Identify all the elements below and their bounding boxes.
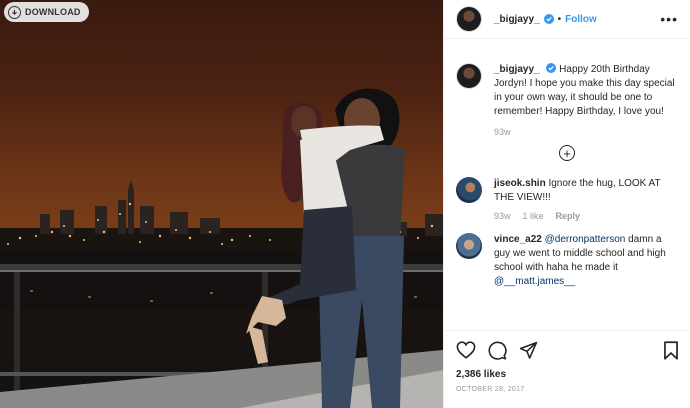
likes-count[interactable]: 2,386 likes (456, 369, 679, 380)
comment-meta: 93w 1 like Reply (494, 211, 690, 221)
load-more-comments[interactable]: + (444, 145, 690, 161)
reply-button[interactable]: Reply (556, 211, 581, 221)
verified-badge-icon (543, 14, 554, 24)
download-button[interactable]: DOWNLOAD (4, 2, 89, 22)
night-skyline-scene (0, 88, 443, 408)
caption-timestamp[interactable]: 93w (494, 127, 690, 137)
post-actions: 2,386 likes OCTOBER 28, 2017 (444, 330, 690, 393)
bookmark-icon[interactable] (663, 340, 679, 360)
post-photo[interactable]: DOWNLOAD (0, 0, 443, 408)
more-options-icon[interactable]: ••• (660, 12, 678, 26)
caption-verified-icon (546, 63, 557, 73)
download-label: DOWNLOAD (25, 7, 81, 17)
plus-circle-icon[interactable]: + (559, 145, 575, 161)
comment-text: jiseok.shin Ignore the hug, LOOK AT THE … (494, 177, 678, 205)
comment-time[interactable]: 93w (494, 211, 511, 221)
author-username[interactable]: _bigjayy_ (494, 14, 540, 25)
comment-username[interactable]: vince_a22 (494, 234, 542, 245)
post-side-panel: _bigjayy_ • Follow ••• _bigjayy_ Happy 2… (443, 0, 690, 408)
comment-icon[interactable] (488, 341, 507, 360)
comment-likes[interactable]: 1 like (523, 211, 544, 221)
post-caption: _bigjayy_ Happy 20th Birthday Jordyn! I … (444, 39, 690, 119)
caption-text: _bigjayy_ Happy 20th Birthday Jordyn! I … (494, 63, 678, 119)
header-separator: • (557, 13, 562, 25)
commenter-avatar[interactable] (456, 233, 482, 259)
follow-button[interactable]: Follow (565, 14, 597, 25)
comment-item: vince_a22 @derronpatterson damn a guy we… (444, 233, 690, 289)
caption-username[interactable]: _bigjayy_ (494, 64, 540, 75)
post-date[interactable]: OCTOBER 28, 2017 (456, 386, 679, 393)
heart-icon[interactable] (456, 341, 476, 359)
comment-item: jiseok.shin Ignore the hug, LOOK AT THE … (444, 177, 690, 205)
action-icons-row (456, 339, 679, 361)
comment-text: vince_a22 @derronpatterson damn a guy we… (494, 233, 678, 289)
caption-author-avatar[interactable] (456, 63, 482, 89)
comment-username[interactable]: jiseok.shin (494, 178, 546, 189)
mention-link[interactable]: @derronpatterson (545, 234, 626, 245)
post-header: _bigjayy_ • Follow ••• (444, 0, 690, 39)
download-icon (8, 5, 21, 19)
commenter-avatar[interactable] (456, 177, 482, 203)
share-icon[interactable] (519, 341, 538, 360)
author-avatar[interactable] (456, 6, 482, 32)
mention-link[interactable]: @__matt.james__ (494, 276, 575, 287)
